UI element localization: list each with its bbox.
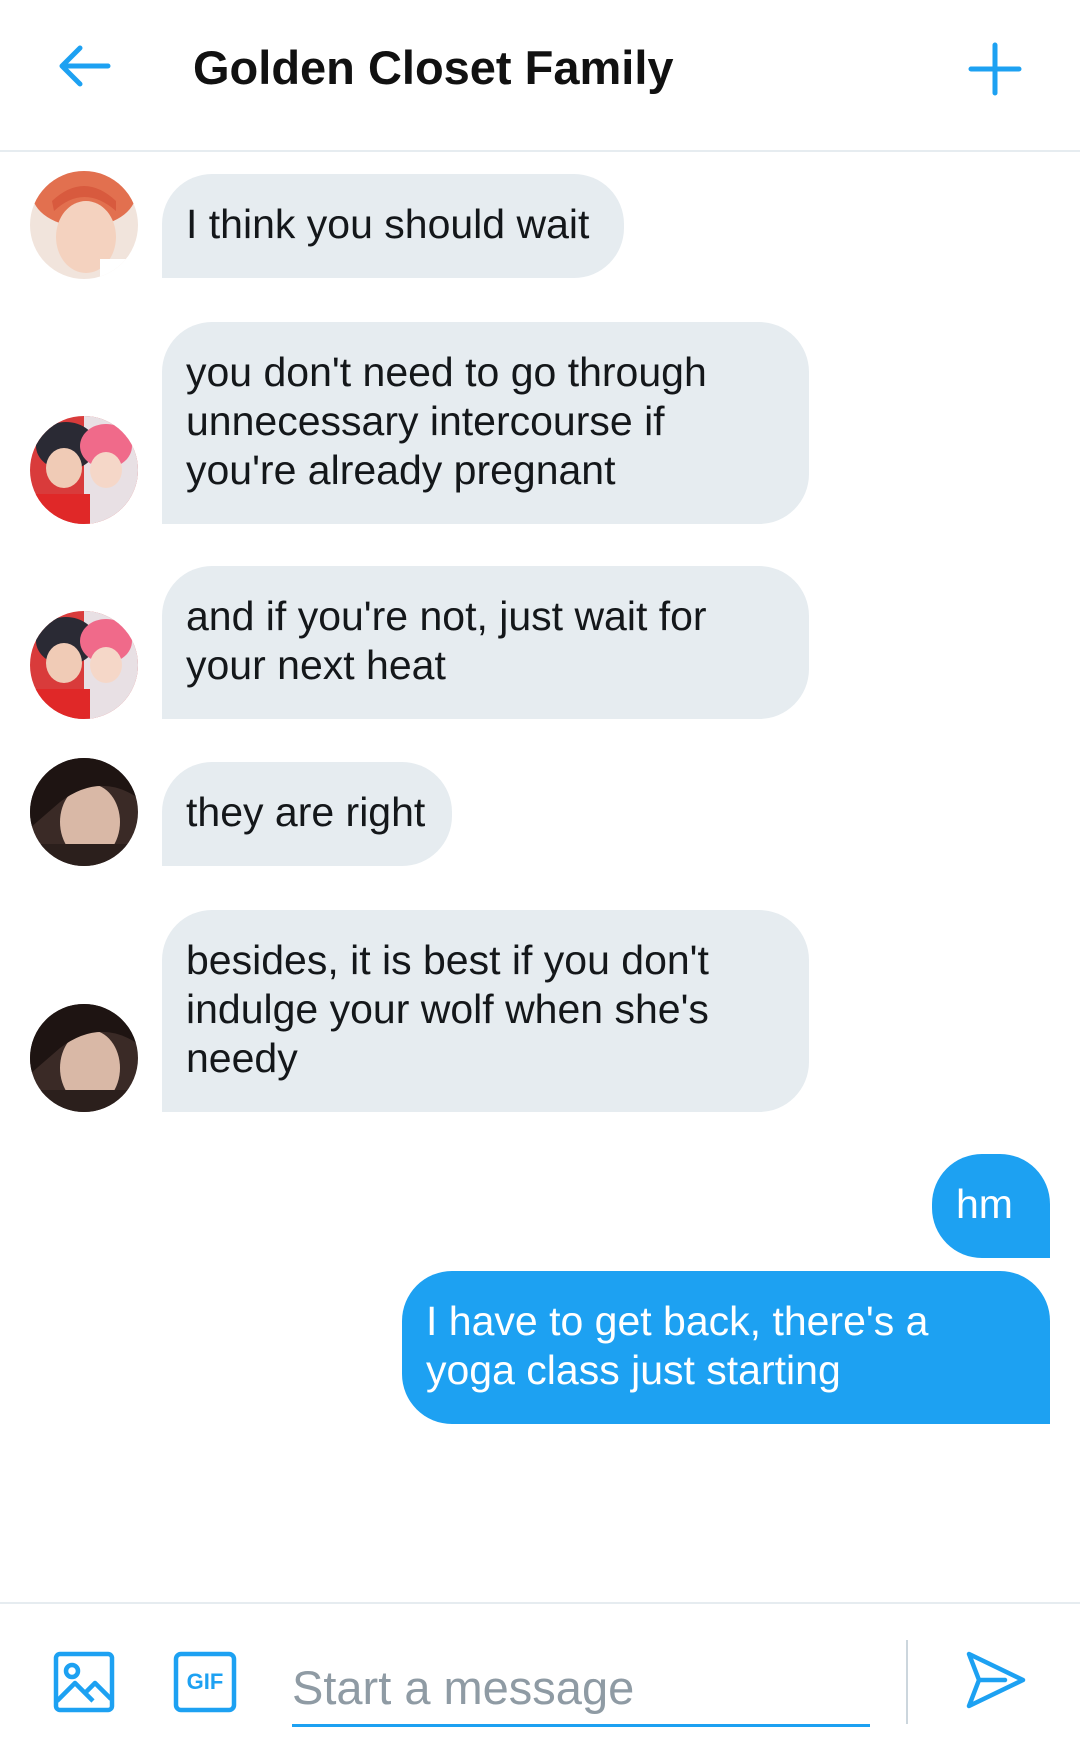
message-bubble-outgoing[interactable]: I have to get back, there's a yoga class…: [402, 1271, 1050, 1424]
back-button[interactable]: [52, 42, 116, 90]
add-participant-button[interactable]: [966, 40, 1024, 98]
conversation-title: Golden Closet Family: [193, 41, 674, 94]
message-bubble-incoming[interactable]: they are right: [162, 762, 452, 866]
avatar-photo: [30, 171, 138, 279]
send-icon: [966, 1651, 1026, 1709]
message-input-wrapper: [292, 1654, 870, 1727]
conversation-header: Golden Closet Family: [0, 0, 1080, 152]
message-bubble-incoming[interactable]: besides, it is best if you don't indulge…: [162, 910, 809, 1112]
avatar[interactable]: [30, 416, 138, 524]
avatar-photo: [30, 416, 138, 524]
arrow-left-icon: [59, 45, 111, 87]
send-button[interactable]: [964, 1648, 1028, 1712]
message-composer: GIF: [0, 1602, 1080, 1750]
avatar[interactable]: [30, 171, 138, 279]
image-icon: [53, 1651, 115, 1713]
message-bubble-incoming[interactable]: I think you should wait: [162, 174, 624, 278]
plus-icon: [968, 42, 1022, 96]
avatar-photo: [30, 758, 138, 866]
avatar-photo: [30, 1004, 138, 1112]
avatar[interactable]: [30, 758, 138, 866]
message-bubble-incoming[interactable]: and if you're not, just wait for your ne…: [162, 566, 809, 719]
add-media-button[interactable]: [52, 1650, 116, 1714]
avatar[interactable]: [30, 1004, 138, 1112]
message-input[interactable]: [292, 1654, 870, 1720]
message-bubble-incoming[interactable]: you don't need to go through unnecessary…: [162, 322, 809, 524]
avatar[interactable]: [30, 611, 138, 719]
add-gif-button[interactable]: GIF: [172, 1650, 238, 1714]
message-bubble-outgoing[interactable]: hm: [932, 1154, 1050, 1258]
composer-divider: [906, 1640, 908, 1724]
gif-label: GIF: [186, 1669, 224, 1694]
avatar-photo: [30, 611, 138, 719]
